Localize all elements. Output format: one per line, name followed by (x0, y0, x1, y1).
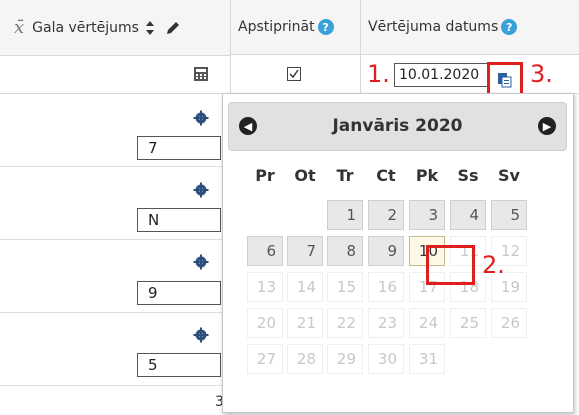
header-final-grade-label: Gala vērtējums (32, 19, 139, 36)
annotation-box-2 (426, 245, 475, 285)
calendar-day: 31 (409, 344, 445, 374)
calendar-day[interactable]: 4 (450, 200, 486, 230)
copy-icon[interactable] (497, 72, 513, 88)
calendar-day: 30 (368, 344, 404, 374)
calendar-day: 28 (287, 344, 323, 374)
column-divider (360, 0, 361, 93)
calendar-day[interactable]: 5 (491, 200, 527, 230)
calculator-icon[interactable] (193, 66, 209, 82)
calendar-day: 24 (409, 308, 445, 338)
gear-icon[interactable] (193, 182, 209, 198)
calendar-day: 21 (287, 308, 323, 338)
grade-input[interactable]: 5 (137, 353, 221, 377)
calendar-day: 20 (247, 308, 283, 338)
date-picker: ◀ Janvāris 2020 ▶ Pr Ot Tr Ct Pk Ss Sv 1234567… (222, 93, 574, 413)
weekday-label: Ot (294, 166, 316, 185)
header-final-grade[interactable]: x̄ Gala vērtējums (0, 0, 230, 56)
annotation-step-3: 3. (530, 60, 553, 88)
calendar-day: 29 (327, 344, 363, 374)
grade-input[interactable]: N (137, 208, 221, 232)
calendar-day: 13 (247, 272, 283, 302)
row-divider (0, 239, 230, 240)
gear-icon[interactable] (193, 327, 209, 343)
weekday-label: Ct (376, 166, 396, 185)
gear-icon[interactable] (193, 110, 209, 126)
calendar-day: 16 (368, 272, 404, 302)
calendar-day: 23 (368, 308, 404, 338)
row-divider (0, 166, 230, 167)
header-grade-date-label: Vērtējuma datums (368, 19, 499, 35)
calendar-day: 26 (491, 308, 527, 338)
weekday-label: Pr (255, 166, 275, 185)
help-icon[interactable]: ? (501, 19, 518, 35)
help-icon[interactable]: ? (317, 19, 334, 35)
calendar-day: 27 (247, 344, 283, 374)
weekday-label: Pk (415, 166, 439, 185)
calendar-day[interactable]: 2 (368, 200, 404, 230)
calendar-day[interactable]: 3 (409, 200, 445, 230)
calendar-day: 14 (287, 272, 323, 302)
date-picker-header: ◀ Janvāris 2020 ▶ (228, 102, 567, 151)
row-divider (0, 385, 230, 386)
next-arrow-icon[interactable]: ▶ (538, 117, 556, 135)
date-picker-title: Janvāris 2020 (332, 116, 463, 136)
weekday-label: Sv (498, 166, 520, 185)
xbar-sum-icon: x̄ (14, 17, 25, 38)
header-approve-label: Apstiprināt (238, 19, 315, 35)
pencil-icon[interactable] (165, 20, 181, 36)
gear-icon[interactable] (193, 254, 209, 270)
calendar-day: 15 (327, 272, 363, 302)
annotation-step-1: 1. (367, 60, 390, 88)
weekday-label: Tr (336, 166, 354, 185)
date-input[interactable]: 10.01.2020 (394, 63, 488, 87)
row-divider (0, 312, 230, 313)
annotation-step-2: 2. (482, 251, 505, 279)
calendar-day: 22 (327, 308, 363, 338)
calendar-day[interactable]: 6 (247, 236, 283, 266)
calendar-day[interactable]: 7 (287, 236, 323, 266)
checkbox-icon[interactable] (287, 67, 301, 81)
grade-input[interactable]: 9 (137, 281, 221, 305)
calendar-day[interactable]: 8 (327, 236, 363, 266)
header-approve: Apstiprināt ? (230, 0, 360, 55)
header-grade-date: Vērtējuma datums ? (360, 0, 579, 55)
grade-input[interactable]: 7 (137, 136, 221, 160)
column-divider (230, 0, 231, 93)
calendar-day[interactable]: 1 (327, 200, 363, 230)
calendar-day[interactable]: 9 (368, 236, 404, 266)
weekday-label: Ss (457, 166, 479, 185)
sort-icon[interactable] (145, 20, 155, 36)
calendar-day: 25 (450, 308, 486, 338)
